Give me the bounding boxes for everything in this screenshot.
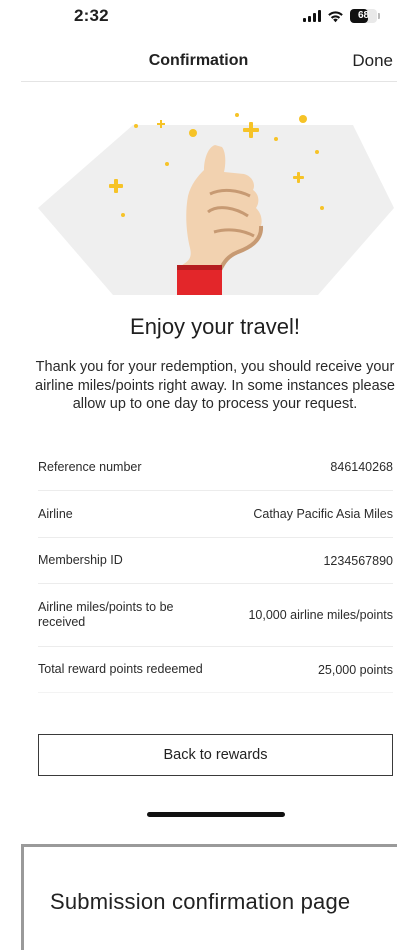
detail-row-points-redeemed: Total reward points redeemed 25,000 poin… [38,647,393,693]
thumbs-up-illustration [38,113,394,295]
caption-text: Submission confirmation page [50,889,351,914]
detail-label: Total reward points redeemed [38,662,203,676]
detail-label: Airline miles/points to be received [38,600,174,629]
done-button[interactable]: Done [352,51,393,71]
home-indicator[interactable] [147,812,285,817]
detail-value: 1234567890 [323,553,393,568]
confirmation-heading: Enjoy your travel! [130,314,300,339]
detail-row-membership-id: Membership ID 1234567890 [38,538,393,584]
detail-value: Cathay Pacific Asia Miles [253,507,393,521]
caption-panel: Submission confirmation page [21,844,397,950]
redemption-details: Reference number 846140268 Airline Catha… [38,444,393,693]
cellular-signal-icon [303,10,321,22]
detail-label: Airline [38,506,73,521]
detail-row-miles-received: Airline miles/points to be received 10,0… [38,584,393,647]
nav-bar: Confirmation Done [21,42,397,82]
detail-value: 846140268 [330,460,393,474]
detail-row-reference-number: Reference number 846140268 [38,444,393,491]
status-icons: 68 [303,9,380,23]
detail-row-airline: Airline Cathay Pacific Asia Miles [38,491,393,538]
detail-label: Reference number [38,459,142,474]
battery-icon: 68 [350,9,380,23]
status-time: 2:32 [74,6,109,25]
page-title: Confirmation [148,52,249,69]
detail-value: 10,000 airline miles/points [248,608,393,622]
status-bar: 2:32 68 [0,0,397,36]
back-to-rewards-button[interactable]: Back to rewards [38,734,393,776]
detail-label: Membership ID [38,553,123,567]
battery-level: 68 [357,10,370,21]
confirmation-message: Thank you for your redemption, you shoul… [35,359,395,412]
detail-value: 25,000 points [317,662,393,677]
wifi-icon [328,10,343,22]
